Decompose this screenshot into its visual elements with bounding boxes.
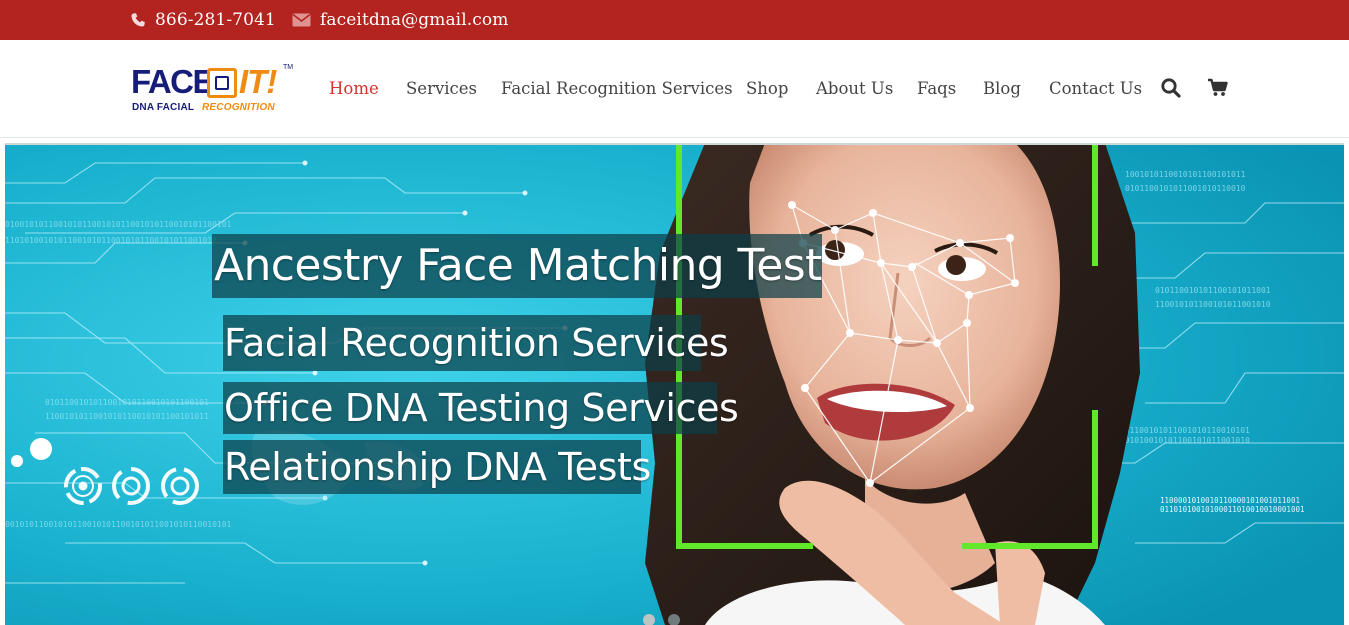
email-address: faceitdna@gmail.com (320, 10, 509, 30)
svg-text:010110010101100101011001: 010110010101100101011001 (1155, 286, 1271, 295)
hero-line-office-dna: Office DNA Testing Services (223, 382, 739, 434)
slide-dot-1[interactable] (643, 614, 655, 625)
svg-text:110101001010110010101100101011: 1101010010101100101011001010110010101100… (5, 236, 217, 245)
slide-dot-2[interactable] (668, 614, 680, 625)
site-logo[interactable]: FACE IT! TM DNA FACIAL RECOGNITION (131, 63, 294, 116)
svg-text:1001010110010101100101011: 1001010110010101100101011 (1125, 170, 1246, 179)
nav-services[interactable]: Services (406, 76, 477, 102)
logo-it-text: IT! (239, 63, 277, 100)
logo-subtitle-dna: DNA FACIAL (132, 102, 195, 113)
svg-text:110010101100101011001010: 110010101100101011001010 (1155, 300, 1271, 309)
hero-line-relationship-dna: Relationship DNA Tests (223, 440, 651, 494)
phone-number: 866-281-7041 (155, 10, 276, 30)
nav-faqs[interactable]: Faqs (917, 76, 956, 102)
svg-text:011010100101000110100100100010: 01101010010100011010010010001001 (1160, 505, 1305, 514)
phone-link[interactable]: 866-281-7041 (130, 0, 276, 40)
nav-shop[interactable]: Shop (746, 76, 788, 102)
site-header: FACE IT! TM DNA FACIAL RECOGNITION Home … (0, 40, 1349, 138)
logo-face-frame-icon (207, 68, 237, 98)
nav-facial-recognition-services[interactable]: Facial Recognition Services (501, 76, 733, 102)
nav-home[interactable]: Home (329, 76, 379, 102)
cart-icon[interactable] (1207, 78, 1229, 100)
envelope-icon (292, 13, 311, 27)
search-icon[interactable] (1160, 77, 1182, 99)
svg-text:010110010101100101011001010110: 0101100101011001010110010101100101 (45, 398, 209, 407)
svg-text:010010101100101011001010110010: 0100101011001010110010101100101011001010… (5, 220, 232, 229)
svg-text:1101010010101100101011001010: 1101010010101100101011001010 (1115, 436, 1250, 445)
svg-text:001010110010101100101011001010: 0010101100101011001010110010101100101011… (5, 520, 232, 529)
phone-icon (130, 12, 146, 28)
hero-title: Ancestry Face Matching Test (212, 234, 822, 298)
nav-contact-us[interactable]: Contact Us (1049, 76, 1142, 102)
svg-text:110010101100101011001010110010: 1100101011001010110010101100101011 (45, 412, 209, 421)
logo-trademark: TM (283, 64, 294, 71)
hero-slider: 0100101011001010110010101100101011001010… (5, 143, 1344, 625)
nav-blog[interactable]: Blog (983, 76, 1021, 102)
top-contact-bar: 866-281-7041 faceitdna@gmail.com (0, 0, 1349, 40)
logo-subtitle-recognition: RECOGNITION (202, 102, 275, 113)
svg-text:110000101001011000010100101100: 1100001010010110000101001011001 (1160, 496, 1300, 505)
email-link[interactable]: faceitdna@gmail.com (292, 0, 508, 40)
hero-top-rule (5, 143, 1344, 145)
svg-text:0101100101011001010110010101: 0101100101011001010110010101 (1115, 426, 1250, 435)
logo-face-text: FACE (131, 63, 215, 100)
svg-text:0101100101011001010110010: 0101100101011001010110010 (1125, 184, 1246, 193)
hero-line-facial-recognition: Facial Recognition Services (223, 315, 729, 371)
nav-about-us[interactable]: About Us (816, 76, 893, 102)
